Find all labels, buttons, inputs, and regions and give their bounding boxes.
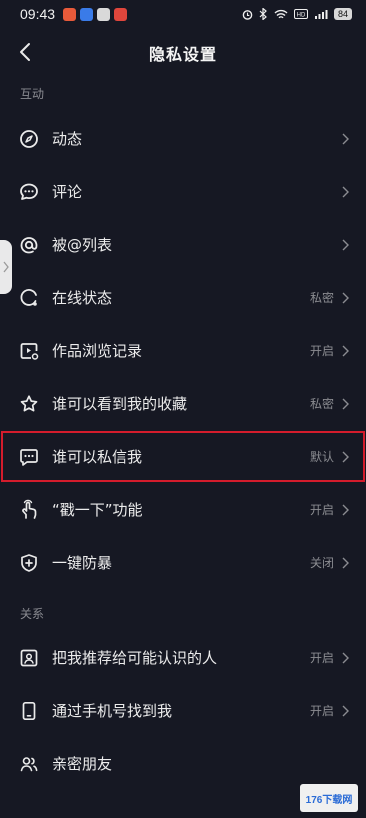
setting-row-poke[interactable]: “戳一下”功能 开启 [0, 483, 366, 536]
section-header-interaction: 互动 [20, 87, 45, 101]
setting-row-mentions[interactable]: 被@列表 [0, 218, 366, 271]
alarm-icon [242, 9, 253, 20]
setting-row-favorites-visibility[interactable]: 谁可以看到我的收藏 私密 [0, 377, 366, 430]
setting-value: 开启 [309, 344, 334, 358]
shield-plus-icon [21, 553, 37, 572]
chevron-right-icon [342, 557, 349, 568]
setting-value: 私密 [309, 291, 334, 305]
setting-label: 动态 [52, 130, 83, 148]
setting-value: 关闭 [309, 556, 334, 570]
setting-value: 开启 [309, 503, 334, 517]
phone-icon [22, 701, 36, 720]
video-history-icon [20, 342, 39, 360]
setting-label: 评论 [52, 183, 83, 201]
app-notification-icon [80, 7, 94, 21]
chevron-right-icon [342, 133, 349, 144]
online-status-icon [20, 288, 37, 306]
status-time: 09:43 [20, 6, 56, 22]
poke-hand-icon [22, 499, 37, 519]
back-button[interactable] [14, 40, 38, 64]
message-icon [20, 448, 38, 466]
side-drawer-handle[interactable] [0, 240, 12, 294]
signal-icon [314, 9, 328, 19]
bluetooth-icon [259, 8, 267, 20]
chevron-right-icon [342, 451, 349, 462]
setting-row-close-friends[interactable]: 亲密朋友 [0, 737, 366, 790]
setting-value: 私密 [309, 397, 334, 411]
nav-bar: 隐私设置 [0, 28, 366, 78]
friends-icon [20, 756, 38, 771]
watermark-logo: 176下载网 [300, 784, 358, 812]
app-notification-icon [97, 7, 111, 21]
status-bar: 09:43 HD 84 [0, 0, 366, 28]
chevron-right-icon [342, 292, 349, 303]
chevron-right-icon [342, 345, 349, 356]
compass-icon [20, 129, 38, 148]
wifi-icon [274, 9, 288, 18]
setting-label: “戳一下”功能 [52, 501, 143, 519]
page-title: 隐私设置 [148, 45, 217, 64]
setting-value: 开启 [309, 651, 334, 665]
setting-row-recommend-me[interactable]: 把我推荐给可能认识的人 开启 [0, 631, 366, 684]
setting-label: 亲密朋友 [52, 755, 113, 773]
setting-row-moments[interactable]: 动态 [0, 112, 366, 165]
chevron-right-icon [342, 652, 349, 663]
comment-icon [20, 183, 38, 200]
setting-label: 在线状态 [52, 289, 113, 307]
chevron-right-icon [342, 239, 349, 250]
setting-value: 开启 [309, 704, 334, 718]
section-header-relationships: 关系 [20, 607, 45, 621]
setting-label: 把我推荐给可能认识的人 [52, 649, 218, 667]
app-notification-icon [63, 7, 77, 21]
setting-row-anti-harassment[interactable]: 一键防暴 关闭 [0, 536, 366, 589]
chevron-right-icon [342, 504, 349, 515]
setting-row-view-history[interactable]: 作品浏览记录 开启 [0, 324, 366, 377]
hd-icon: HD [293, 9, 308, 19]
setting-row-direct-messages[interactable]: 谁可以私信我 默认 [0, 430, 366, 483]
setting-value: 默认 [309, 450, 334, 464]
setting-row-find-by-phone[interactable]: 通过手机号找到我 开启 [0, 684, 366, 737]
chevron-right-icon [342, 398, 349, 409]
setting-label: 作品浏览记录 [52, 342, 143, 360]
setting-label: 谁可以看到我的收藏 [52, 395, 188, 413]
setting-row-online-status[interactable]: 在线状态 私密 [0, 271, 366, 324]
app-notification-icon [114, 7, 128, 21]
battery-level: 84 [333, 8, 352, 20]
setting-label: 一键防暴 [52, 554, 113, 572]
star-icon [20, 394, 38, 411]
setting-label: 谁可以私信我 [52, 448, 143, 466]
setting-row-comments[interactable]: 评论 [0, 165, 366, 218]
chevron-right-icon [342, 705, 349, 716]
svg-text:HD: HD [297, 13, 306, 19]
setting-label: 通过手机号找到我 [52, 702, 173, 720]
contact-card-icon [20, 649, 38, 666]
setting-label: 被@列表 [52, 236, 113, 254]
chevron-right-icon [3, 261, 9, 273]
chevron-right-icon [342, 186, 349, 197]
at-icon [20, 236, 38, 253]
